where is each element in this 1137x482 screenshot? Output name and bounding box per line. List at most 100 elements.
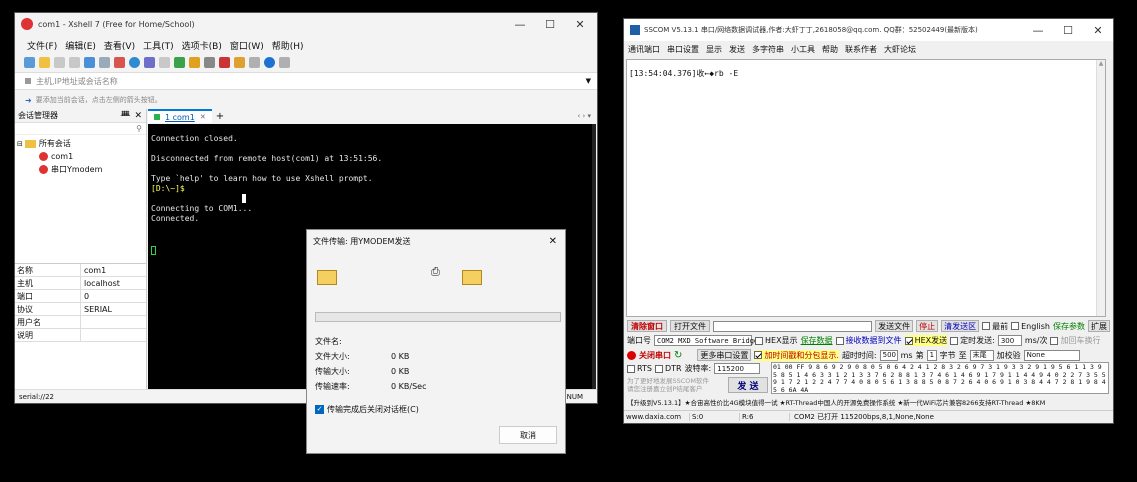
menu-item[interactable]: 编辑(E) — [65, 39, 96, 52]
checkbox-checked-icon[interactable]: ✓ — [315, 405, 324, 414]
lock-icon[interactable] — [189, 56, 200, 68]
expand-button[interactable]: 扩展 — [1088, 320, 1110, 332]
reconnect-icon[interactable] — [84, 56, 95, 68]
menu-item[interactable]: 工具(T) — [143, 39, 174, 52]
sscom-minimize-button[interactable]: — — [1023, 19, 1053, 41]
timeout-input[interactable]: 500 — [879, 349, 898, 361]
tab-nav-icon[interactable]: ‹ › ▾ — [577, 112, 591, 120]
hex-send-checkbox[interactable]: HEX发送 — [904, 335, 948, 346]
terminal-scrollbar[interactable] — [592, 124, 596, 391]
session-search-row[interactable]: ⚲ — [15, 123, 146, 135]
checksum-select[interactable]: None — [1023, 349, 1080, 361]
search-icon[interactable] — [99, 56, 110, 68]
recv-to-file-checkbox[interactable]: 接收数据到文件 — [835, 335, 902, 346]
sscom-menu-item[interactable]: 多字符串 — [752, 44, 784, 55]
hex-send-check-icon[interactable] — [904, 336, 913, 345]
stop-button[interactable]: 停止 — [916, 320, 939, 332]
menu-item[interactable]: 选项卡(B) — [182, 39, 222, 52]
send-button[interactable]: 发 送 — [728, 377, 768, 393]
status-site[interactable]: www.daxia.com — [624, 413, 690, 421]
menu-item[interactable]: 查看(V) — [104, 39, 135, 52]
arrow-icon[interactable]: ➜ — [25, 96, 32, 105]
clear-window-button[interactable]: 清除窗口 — [627, 320, 667, 332]
promo-text[interactable]: 为了更好地发展SSCOM软件 请您注册嘉立创P结尾客户 — [627, 377, 717, 393]
close-button[interactable]: ✕ — [565, 13, 595, 35]
transfer-icon[interactable] — [114, 56, 125, 68]
hex-show-check-icon[interactable] — [755, 336, 763, 345]
refresh-icon[interactable]: ↻ — [674, 350, 682, 361]
close-on-finish-checkbox[interactable]: ✓ 传输完成后关闭对话框(C) — [315, 404, 419, 415]
timestamp-check-icon[interactable] — [754, 351, 763, 359]
timed-send-check-icon[interactable] — [950, 336, 959, 345]
tree-item-ymodem[interactable]: 串口Ymodem — [17, 163, 144, 176]
session-search-icon[interactable]: ⚲ — [136, 124, 142, 133]
save-params-button[interactable]: 保存参数 — [1053, 321, 1085, 332]
address-dropdown-icon[interactable]: ▼ — [586, 77, 591, 85]
dtr-checkbox[interactable]: DTR — [654, 364, 682, 373]
end-select[interactable]: 末尾 — [969, 349, 994, 361]
file-path-input[interactable] — [713, 320, 873, 332]
save-data-button[interactable]: 保存数据 — [801, 335, 833, 346]
tree-item-com1[interactable]: com1 — [17, 150, 144, 163]
port-select[interactable]: COM2 MXD Software Bridged : — [654, 335, 771, 346]
topmost-check-icon[interactable] — [982, 322, 991, 330]
send-file-button[interactable]: 发送文件 — [875, 320, 914, 332]
collapse-icon[interactable]: ⊟ — [17, 140, 23, 148]
dialog-close-button[interactable]: ✕ — [549, 236, 557, 247]
close-port-button[interactable]: 关闭串口 — [639, 350, 671, 361]
new-session-icon[interactable] — [24, 56, 35, 68]
timestamp-checkbox[interactable]: 加时间戳和分包显示. — [754, 349, 839, 361]
sscom-menu-item[interactable]: 发送 — [729, 44, 745, 55]
ticker-text[interactable]: 【升级到V5.13.1】★合宙高性价比4G模块值得一试 ★RT-Thread中国… — [627, 397, 1113, 407]
chat-icon[interactable] — [279, 56, 290, 68]
rts-check-icon[interactable] — [627, 364, 635, 373]
help-icon[interactable] — [264, 56, 275, 68]
tab-com1[interactable]: 1 com1 ✕ — [148, 109, 212, 123]
globe-icon[interactable] — [129, 56, 140, 68]
address-input[interactable]: 主机,IP地址或会话名称 — [36, 76, 118, 87]
menu-item[interactable]: 窗口(W) — [230, 39, 264, 52]
hex-send-area[interactable]: 01 00 FF 9 8 6 9 2 9 0 8 0 5 0 6 4 2 4 1… — [771, 362, 1109, 394]
script-icon[interactable] — [219, 56, 230, 68]
disconnect-icon[interactable] — [69, 56, 80, 68]
open-folder-icon[interactable] — [39, 56, 50, 68]
connect-icon[interactable] — [54, 56, 65, 68]
interval-input[interactable]: 300 — [997, 335, 1022, 346]
layout-icon[interactable] — [249, 56, 260, 68]
pin-icon[interactable]: ᚙ — [121, 111, 130, 120]
tree-root[interactable]: ⊟ 所有会话 — [17, 137, 144, 150]
sscom-menu-item[interactable]: 大虾论坛 — [884, 44, 916, 55]
sscom-menu-item[interactable]: 联系作者 — [845, 44, 877, 55]
sscom-menu-item[interactable]: 通讯端口 — [628, 44, 660, 55]
fullscreen-icon[interactable] — [174, 56, 185, 68]
color-icon[interactable] — [159, 56, 170, 68]
keyboard-icon[interactable] — [204, 56, 215, 68]
sscom-menu-item[interactable]: 帮助 — [822, 44, 838, 55]
menu-item[interactable]: 文件(F) — [27, 39, 57, 52]
topmost-checkbox[interactable]: 最前 — [982, 321, 1008, 332]
cancel-button[interactable]: 取消 — [499, 426, 557, 444]
more-settings-button[interactable]: 更多串口设置 — [697, 349, 752, 361]
receive-scrollbar[interactable]: ▲ — [1096, 60, 1105, 316]
hex-show-checkbox[interactable]: HEX显示 — [755, 335, 798, 346]
panel-close-icon[interactable]: ✕ — [134, 111, 142, 121]
menu-item[interactable]: 帮助(H) — [272, 39, 304, 52]
sscom-menu-item[interactable]: 小工具 — [791, 44, 815, 55]
sscom-menu-item[interactable]: 显示 — [706, 44, 722, 55]
maximize-button[interactable]: ☐ — [535, 13, 565, 35]
open-file-button[interactable]: 打开文件 — [670, 320, 710, 332]
rts-checkbox[interactable]: RTS — [627, 364, 652, 373]
add-crlf-checkbox[interactable]: 加回车换行 — [1050, 335, 1100, 346]
sscom-menu-item[interactable]: 串口设置 — [667, 44, 699, 55]
english-check-icon[interactable] — [1011, 322, 1020, 330]
compose-icon[interactable] — [234, 56, 245, 68]
baud-select[interactable]: 115200 — [714, 363, 761, 374]
byte-no-input[interactable]: 1 — [926, 349, 937, 361]
recv-to-file-check-icon[interactable] — [835, 336, 844, 345]
english-checkbox[interactable]: English — [1011, 322, 1050, 331]
receive-area[interactable]: [13:54:04.376]收←◆rb -E ▲ — [626, 59, 1106, 317]
new-tab-button[interactable]: + — [216, 111, 224, 122]
sscom-maximize-button[interactable]: ☐ — [1053, 19, 1083, 41]
font-icon[interactable] — [144, 56, 155, 68]
clear-send-button[interactable]: 清发送区 — [941, 320, 980, 332]
